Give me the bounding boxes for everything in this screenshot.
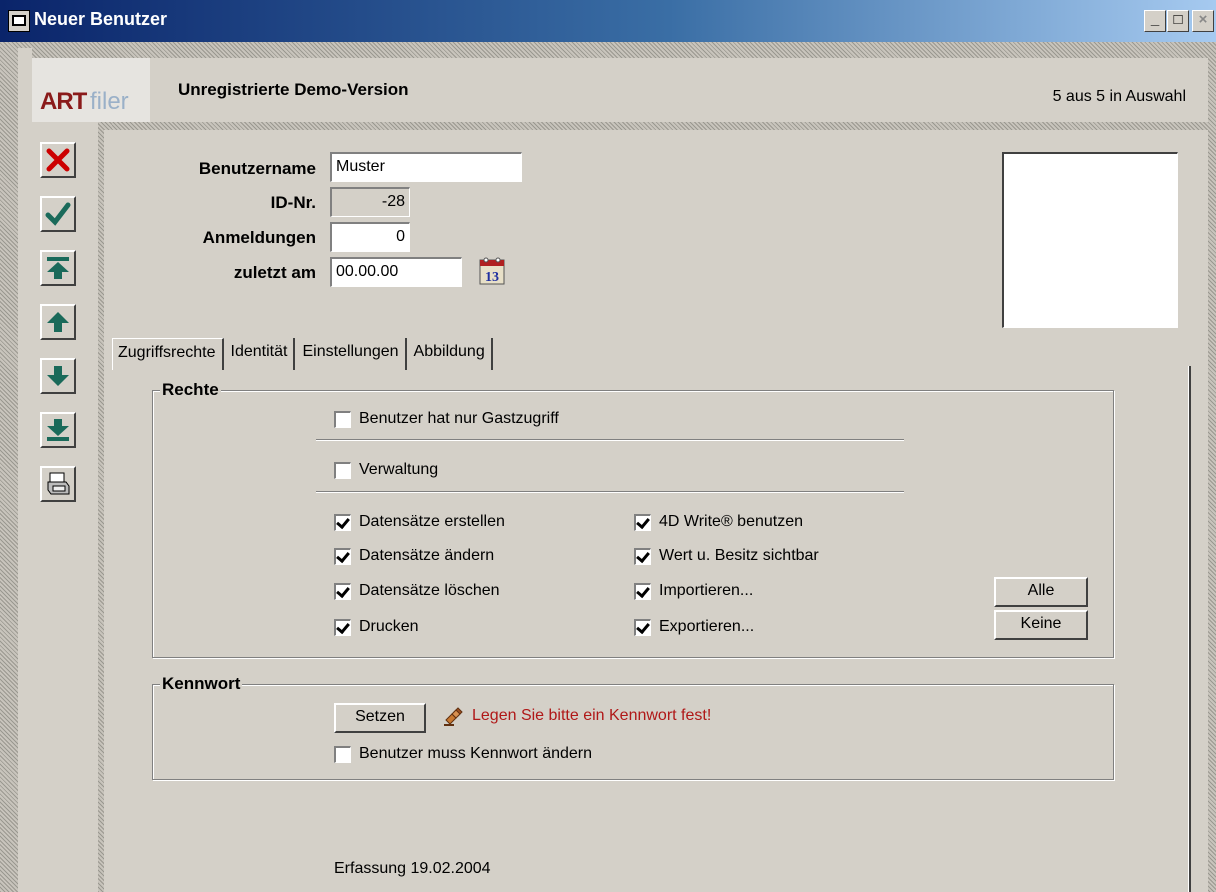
tab-bar: Zugriffsrechte Identität Einstellungen A… bbox=[112, 338, 495, 370]
title-bar: Neuer Benutzer _ □ × bbox=[0, 0, 1216, 42]
next-record-icon bbox=[47, 366, 69, 386]
edit-records-checkbox[interactable]: Datensätze ändern bbox=[334, 547, 494, 565]
checkbox-box[interactable] bbox=[334, 582, 351, 600]
logins-label: Anmeldungen bbox=[202, 228, 316, 247]
password-group bbox=[152, 684, 1114, 780]
select-none-button[interactable]: Keine bbox=[994, 610, 1088, 640]
guest-only-checkbox[interactable]: Benutzer hat nur Gastzugriff bbox=[334, 410, 559, 428]
checkbox-box[interactable] bbox=[334, 547, 351, 565]
print-checkbox[interactable]: Drucken bbox=[334, 618, 419, 636]
must-change-password-checkbox[interactable]: Benutzer muss Kennwort ändern bbox=[334, 745, 592, 763]
tab-panel-border bbox=[1188, 366, 1191, 892]
created-date: Erfassung 19.02.2004 bbox=[334, 860, 491, 877]
separator bbox=[316, 439, 904, 441]
password-group-title: Kennwort bbox=[160, 674, 243, 694]
admin-label: Verwaltung bbox=[359, 461, 439, 478]
rights-group-title: Rechte bbox=[160, 380, 221, 400]
window-title: Neuer Benutzer bbox=[34, 9, 168, 29]
last-record-icon bbox=[47, 419, 69, 441]
last-login-label: zuletzt am bbox=[233, 263, 316, 282]
stamp-icon bbox=[444, 707, 463, 726]
edit-records-label: Datensätze ändern bbox=[359, 547, 495, 564]
delete-records-checkbox[interactable]: Datensätze löschen bbox=[334, 582, 500, 600]
delete-records-label: Datensätze löschen bbox=[359, 582, 500, 599]
check-icon bbox=[45, 202, 71, 226]
id-field: -28 bbox=[330, 187, 410, 217]
create-records-label: Datensätze erstellen bbox=[359, 513, 505, 530]
write-checkbox[interactable]: 4D Write® benutzen bbox=[634, 513, 803, 531]
import-checkbox[interactable]: Importieren... bbox=[634, 582, 753, 600]
maximize-button[interactable]: □ bbox=[1167, 10, 1189, 32]
export-label: Exportieren... bbox=[659, 618, 755, 635]
rights-group bbox=[152, 390, 1114, 658]
last-record-button[interactable] bbox=[40, 412, 76, 448]
calendar-day: 13 bbox=[485, 270, 499, 285]
user-photo-box[interactable] bbox=[1002, 152, 1178, 328]
import-label: Importieren... bbox=[659, 582, 754, 599]
previous-record-button[interactable] bbox=[40, 304, 76, 340]
checkbox-box[interactable] bbox=[334, 618, 351, 636]
checkbox-box[interactable] bbox=[634, 513, 651, 531]
checkbox-box[interactable] bbox=[634, 547, 651, 565]
demo-version-title: Unregistrierte Demo-Version bbox=[178, 80, 409, 99]
create-records-checkbox[interactable]: Datensätze erstellen bbox=[334, 513, 505, 531]
first-record-button[interactable] bbox=[40, 250, 76, 286]
separator bbox=[316, 491, 904, 493]
admin-checkbox[interactable]: Verwaltung bbox=[334, 461, 438, 479]
close-button[interactable]: × bbox=[1192, 10, 1214, 32]
logo-filer-text: filer bbox=[90, 88, 129, 115]
print-button[interactable] bbox=[40, 466, 76, 502]
tab-settings[interactable]: Einstellungen bbox=[297, 338, 407, 370]
set-password-button[interactable]: Setzen bbox=[334, 703, 426, 733]
checkbox-box[interactable] bbox=[334, 410, 351, 428]
selection-count: 5 aus 5 in Auswahl bbox=[1052, 88, 1186, 105]
accept-button[interactable] bbox=[40, 196, 76, 232]
username-label: Benutzername bbox=[198, 159, 316, 178]
tab-picture[interactable]: Abbildung bbox=[408, 338, 493, 370]
next-record-button[interactable] bbox=[40, 358, 76, 394]
export-checkbox[interactable]: Exportieren... bbox=[634, 618, 754, 636]
checkbox-box[interactable] bbox=[334, 513, 351, 531]
checkbox-box[interactable] bbox=[334, 461, 351, 479]
id-label: ID-Nr. bbox=[270, 193, 316, 212]
username-field[interactable]: Muster bbox=[330, 152, 522, 182]
delete-x-icon bbox=[46, 148, 70, 172]
delete-button[interactable] bbox=[40, 142, 76, 178]
checkbox-box[interactable] bbox=[634, 582, 651, 600]
calendar-icon[interactable]: 13 bbox=[478, 256, 508, 286]
previous-record-icon bbox=[47, 312, 69, 332]
checkbox-box[interactable] bbox=[334, 745, 351, 763]
app-icon bbox=[8, 10, 30, 32]
logo-art-text: ART bbox=[40, 88, 87, 115]
value-visible-label: Wert u. Besitz sichtbar bbox=[659, 547, 819, 564]
first-record-icon bbox=[47, 257, 69, 279]
tab-access-rights[interactable]: Zugriffsrechte bbox=[112, 338, 224, 370]
checkbox-box[interactable] bbox=[634, 618, 651, 636]
print-icon bbox=[47, 472, 70, 495]
guest-only-label: Benutzer hat nur Gastzugriff bbox=[359, 410, 559, 427]
last-login-field[interactable]: 00.00.00 bbox=[330, 257, 462, 287]
logins-field[interactable]: 0 bbox=[330, 222, 410, 252]
write-label: 4D Write® benutzen bbox=[659, 513, 804, 530]
print-label: Drucken bbox=[359, 618, 419, 635]
value-visible-checkbox[interactable]: Wert u. Besitz sichtbar bbox=[634, 547, 819, 565]
artfiler-logo: ART filer bbox=[32, 58, 150, 122]
frame-border bbox=[18, 48, 32, 892]
minimize-button[interactable]: _ bbox=[1144, 10, 1166, 32]
select-all-button[interactable]: Alle bbox=[994, 577, 1088, 607]
must-change-password-label: Benutzer muss Kennwort ändern bbox=[359, 745, 593, 762]
password-warning: Legen Sie bitte ein Kennwort fest! bbox=[472, 707, 712, 724]
tab-identity[interactable]: Identität bbox=[225, 338, 296, 370]
record-toolbar bbox=[32, 122, 98, 892]
